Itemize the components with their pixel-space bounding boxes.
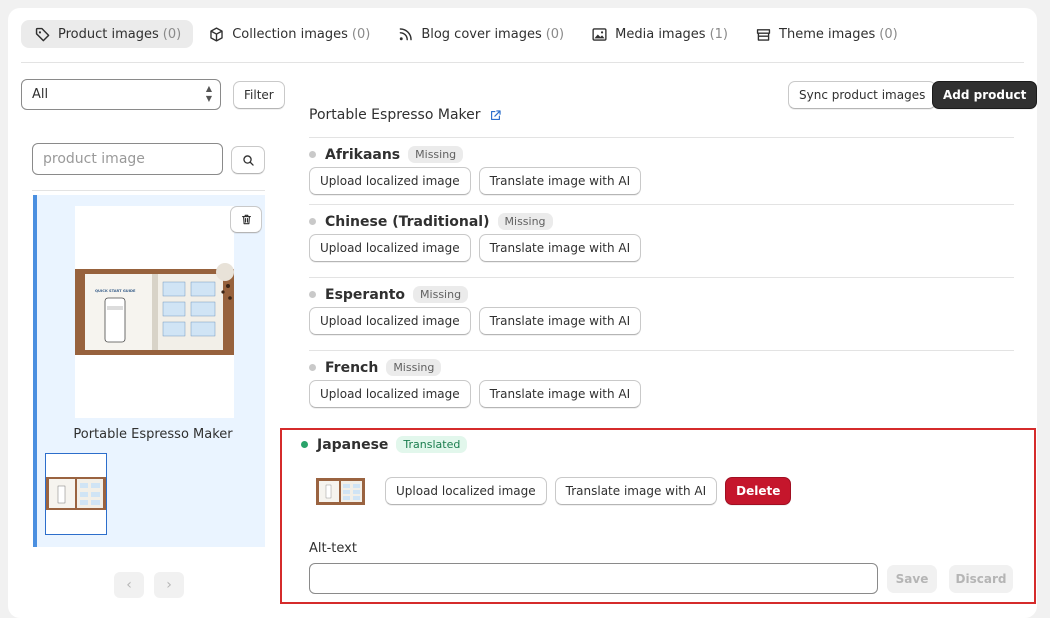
status-badge: Missing [408,146,464,163]
search-input[interactable]: product image [32,143,223,175]
translate-image-ai-button[interactable]: Translate image with AI [478,234,642,262]
language-name: Chinese (Traditional) Missing [309,213,553,230]
language-label: Afrikaans [325,146,401,163]
tab-label: Media images [615,26,706,42]
upload-localized-image-button[interactable]: Upload localized image [309,380,471,408]
trash-icon [241,214,251,225]
upload-localized-image-button[interactable]: Upload localized image [309,167,471,195]
status-dot [301,441,308,448]
language-name: Esperanto Missing [309,286,469,303]
language-label: French [325,359,379,376]
tab-count: (0) [351,26,371,42]
product-thumbnail[interactable] [45,453,107,535]
row-actions: Upload localized image Translate image w… [309,167,642,195]
tab-label: Collection images [232,26,348,42]
upload-localized-image-button[interactable]: Upload localized image [385,477,547,505]
discard-button[interactable]: Discard [949,565,1013,593]
language-label: Japanese [317,436,389,453]
row-actions: Upload localized image Translate image w… [309,307,642,335]
tab-count: (0) [879,26,898,42]
filter-select[interactable]: All ▲ ▼ [21,79,221,110]
image-icon [590,25,608,43]
status-dot [309,291,316,298]
product-panel[interactable]: QUICK START GUIDE Portable Espresso Make… [33,195,265,547]
language-row-chinese-traditional: Chinese (Traditional) Missing Upload loc… [309,204,1014,277]
add-product-button[interactable]: Add product [932,81,1038,109]
tag-icon [33,25,51,43]
language-name: French Missing [309,359,442,376]
status-dot [309,364,316,371]
search-button[interactable] [231,146,265,174]
filter-select-value: All [32,87,49,102]
translate-image-ai-button[interactable]: Translate image with AI [478,167,642,195]
alt-text-label: Alt-text [309,541,357,556]
language-row-japanese: Japanese Translated [301,436,468,453]
language-label: Esperanto [325,286,406,303]
tab-media-images[interactable]: Media images (1) [578,20,740,48]
japanese-actions: Upload localized image Translate image w… [385,477,792,505]
prev-page-button[interactable]: ‹ [114,572,144,598]
language-row-afrikaans: Afrikaans Missing Upload localized image… [309,137,1014,210]
status-badge: Missing [386,359,442,376]
next-page-button[interactable]: › [154,572,184,598]
tab-bar: Product images (0) Collection images (0)… [21,20,910,48]
product-heading: Portable Espresso Maker [309,107,502,123]
product-image: QUICK START GUIDE [75,206,234,418]
product-heading-title: Portable Espresso Maker [309,107,481,123]
select-arrows-icon: ▲ ▼ [205,84,212,103]
theme-icon [754,25,772,43]
product-title: Portable Espresso Maker [73,427,233,442]
cube-icon [207,25,225,43]
tab-theme-images[interactable]: Theme images (0) [742,20,910,48]
tab-label: Theme images [779,26,876,42]
tab-collection-images[interactable]: Collection images (0) [195,20,382,48]
tab-blog-cover-images[interactable]: Blog cover images (0) [384,20,576,48]
chevron-left-icon: ‹ [126,577,132,593]
tab-label: Product images [58,26,159,42]
guide-title: QUICK START GUIDE [95,289,136,293]
tab-label: Blog cover images [421,26,542,42]
left-divider [32,190,265,191]
status-badge: Missing [497,213,553,230]
tab-product-images[interactable]: Product images (0) [21,20,194,48]
localized-image-thumbnail [316,478,365,505]
language-row-french: French Missing Upload localized image Tr… [309,350,1014,423]
status-badge: Translated [396,436,468,453]
status-dot [309,151,316,158]
status-badge: Missing [413,286,469,303]
language-row-esperanto: Esperanto Missing Upload localized image… [309,277,1014,350]
upload-localized-image-button[interactable]: Upload localized image [309,234,471,262]
language-label: Chinese (Traditional) [325,213,490,230]
rss-icon [396,25,414,43]
tab-count: (0) [545,26,565,42]
status-dot [309,218,316,225]
search-placeholder: product image [43,151,145,167]
save-button[interactable]: Save [887,565,937,593]
tabs-divider [21,62,1024,63]
translate-image-ai-button[interactable]: Translate image with AI [478,380,642,408]
search-icon [242,154,254,166]
translate-image-ai-button[interactable]: Translate image with AI [478,307,642,335]
row-actions: Upload localized image Translate image w… [309,234,642,262]
delete-localized-image-button[interactable]: Delete [725,477,792,505]
translate-image-ai-button[interactable]: Translate image with AI [554,477,718,505]
sync-product-images-button[interactable]: Sync product images [788,81,937,109]
language-name: Afrikaans Missing [309,146,464,163]
tab-count: (1) [709,26,729,42]
upload-localized-image-button[interactable]: Upload localized image [309,307,471,335]
filter-button[interactable]: Filter [233,81,285,109]
alt-text-input[interactable] [309,563,878,594]
external-link-icon[interactable] [489,109,502,122]
row-actions: Upload localized image Translate image w… [309,380,642,408]
chevron-right-icon: › [166,577,172,593]
tab-count: (0) [162,26,182,42]
delete-product-button[interactable] [230,206,262,233]
